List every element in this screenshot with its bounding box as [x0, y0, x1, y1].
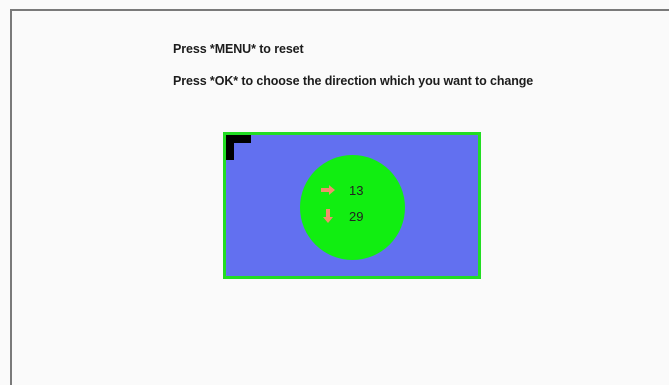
direction-selector-circle[interactable]: 13 29 — [300, 155, 405, 260]
arrow-down-icon — [323, 209, 333, 223]
direction-instruction: Press *OK* to choose the direction which… — [173, 74, 534, 88]
arrow-right-icon — [321, 185, 335, 195]
vertical-offset-value: 29 — [349, 208, 364, 224]
window-frame-left — [10, 9, 12, 385]
horizontal-offset-row[interactable]: 13 — [320, 180, 363, 200]
position-adjust-panel[interactable]: 13 29 — [223, 132, 481, 279]
vertical-offset-row[interactable]: 29 — [320, 206, 363, 226]
screen: Press *MENU* to reset Press *OK* to choo… — [0, 0, 669, 385]
corner-marker-vertical — [226, 135, 234, 160]
window-frame-top — [10, 9, 669, 11]
horizontal-offset-value: 13 — [349, 182, 364, 198]
reset-instruction: Press *MENU* to reset — [173, 42, 304, 56]
